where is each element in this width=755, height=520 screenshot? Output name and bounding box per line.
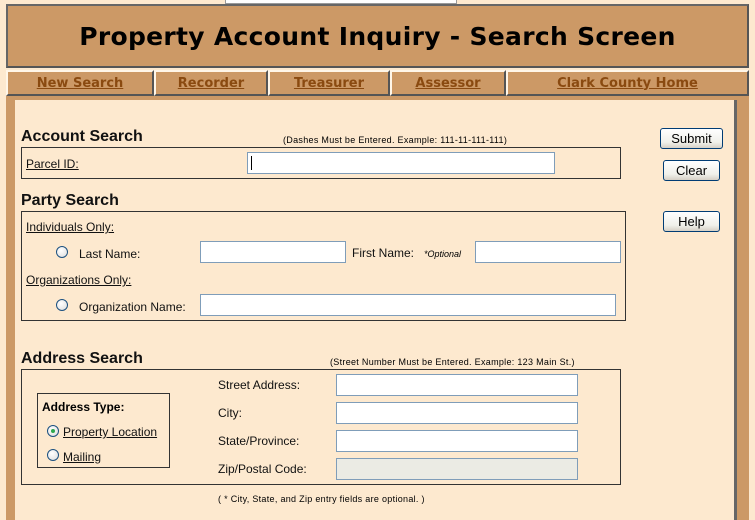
zip-postal-code-label: Zip/Postal Code: (218, 462, 307, 476)
nav-link-assessor[interactable]: Assessor (415, 76, 480, 91)
nav-link-new-search[interactable]: New Search (37, 76, 124, 91)
state-province-label: State/Province: (218, 434, 300, 448)
optional-fields-footnote: ( * City, State, and Zip entry fields ar… (218, 494, 425, 504)
first-name-optional-note: *Optional (424, 249, 462, 259)
parcel-id-input[interactable] (247, 152, 555, 174)
last-name-input[interactable] (200, 241, 346, 263)
first-name-input[interactable] (475, 241, 621, 263)
nav-link-recorder[interactable]: Recorder (178, 76, 244, 91)
address-search-title: Address Search (21, 350, 143, 367)
organization-name-radio[interactable] (56, 299, 68, 311)
city-label: City: (218, 406, 242, 420)
zip-postal-code-input[interactable] (336, 458, 578, 480)
street-address-label: Street Address: (218, 378, 301, 392)
clear-button[interactable]: Clear (663, 160, 720, 181)
text-cursor (251, 156, 252, 170)
property-location-label[interactable]: Property Location (63, 425, 157, 439)
property-location-radio[interactable] (47, 425, 59, 437)
mailing-label[interactable]: Mailing (63, 450, 101, 464)
help-button[interactable]: Help (663, 211, 720, 232)
account-search-title: Account Search (21, 128, 143, 145)
state-province-input[interactable] (336, 430, 578, 452)
mailing-radio[interactable] (47, 449, 59, 461)
city-input[interactable] (336, 402, 578, 424)
individuals-only-label: Individuals Only: (26, 220, 115, 234)
organizations-only-label: Organizations Only: (26, 273, 132, 287)
address-type-label: Address Type: (42, 400, 125, 414)
address-search-hint: (Street Number Must be Entered. Example:… (330, 357, 575, 367)
parcel-id-label: Parcel ID: (26, 157, 79, 171)
account-search-hint: (Dashes Must be Entered. Example: 111-11… (283, 135, 508, 145)
nav-item-assessor[interactable]: Assessor (390, 70, 506, 96)
nav-item-treasurer[interactable]: Treasurer (268, 70, 390, 96)
organization-name-label: Organization Name: (79, 300, 186, 314)
page-header: Property Account Inquiry - Search Screen (6, 4, 749, 68)
nav-link-clark-county-home[interactable]: Clark County Home (557, 76, 698, 91)
nav-bar: New Search Recorder Treasurer Assessor C… (6, 70, 749, 96)
submit-button[interactable]: Submit (660, 128, 723, 149)
party-search-title: Party Search (21, 192, 119, 209)
nav-item-new-search[interactable]: New Search (6, 70, 154, 96)
last-name-label: Last Name: (79, 247, 141, 261)
nav-item-recorder[interactable]: Recorder (154, 70, 268, 96)
organization-name-input[interactable] (200, 294, 616, 316)
nav-item-clark-county-home[interactable]: Clark County Home (506, 70, 749, 96)
first-name-label: First Name: (352, 246, 415, 260)
street-address-input[interactable] (336, 374, 578, 396)
nav-link-treasurer[interactable]: Treasurer (294, 76, 364, 91)
last-name-radio[interactable] (56, 246, 68, 258)
page-title: Property Account Inquiry - Search Screen (79, 21, 676, 51)
